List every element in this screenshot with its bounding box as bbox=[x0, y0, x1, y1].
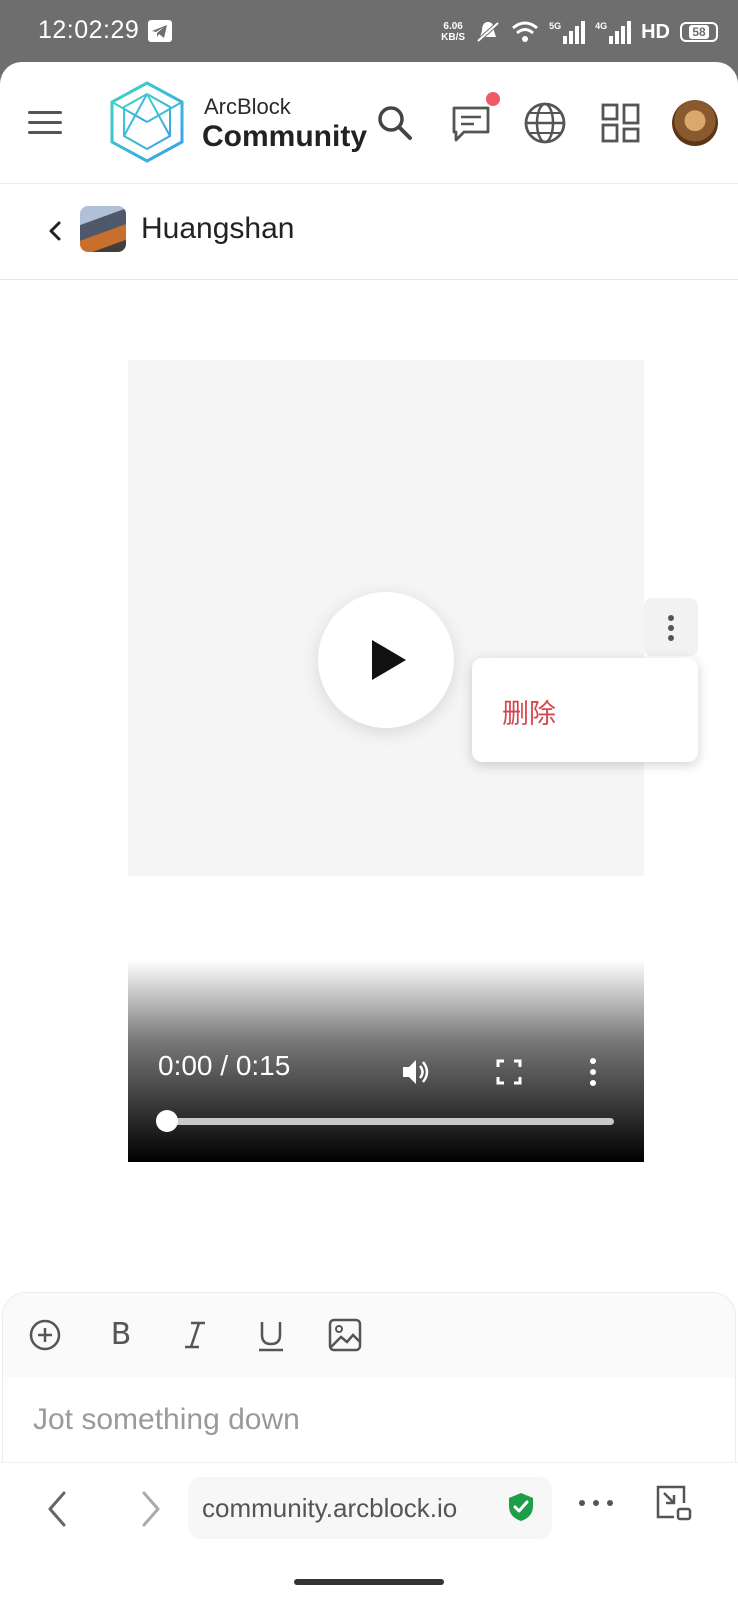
app-surface: ArcBlock Community Huangshan 0:00 / 0:15… bbox=[0, 62, 738, 1600]
telegram-icon bbox=[148, 20, 172, 42]
play-icon bbox=[372, 640, 406, 680]
network-speed: 6.06 KB/S bbox=[441, 21, 465, 43]
mute-bell-icon bbox=[476, 21, 500, 43]
video-spacer bbox=[128, 876, 644, 960]
globe-icon[interactable] bbox=[522, 100, 568, 146]
picture-in-picture-icon[interactable] bbox=[654, 1483, 694, 1523]
search-icon[interactable] bbox=[372, 100, 418, 146]
context-menu: 删除 bbox=[472, 658, 698, 762]
status-bar: 12:02:29 6.06 KB/S 5G 4G HD 58 bbox=[0, 0, 738, 62]
sim1-label: 5G bbox=[549, 20, 562, 31]
more-horizontal-icon[interactable] bbox=[576, 1497, 616, 1509]
channel-title: Huangshan bbox=[141, 212, 295, 245]
editor-toolbar: B bbox=[3, 1293, 735, 1377]
message-input-placeholder: Jot something down bbox=[33, 1403, 300, 1436]
home-indicator[interactable] bbox=[294, 1579, 444, 1585]
network-speed-unit: KB/S bbox=[441, 32, 466, 43]
hd-indicator: HD bbox=[641, 20, 670, 43]
status-indicators: 6.06 KB/S 5G 4G HD 58 bbox=[441, 18, 718, 46]
brand-name: ArcBlock bbox=[204, 94, 291, 119]
video-more-icon[interactable] bbox=[586, 1056, 600, 1088]
battery-level: 58 bbox=[689, 25, 709, 39]
signal-5g-icon: 5G bbox=[549, 20, 586, 44]
video-progress-track[interactable] bbox=[170, 1118, 614, 1125]
bold-button[interactable]: B bbox=[103, 1317, 139, 1353]
wifi-icon bbox=[512, 21, 539, 42]
battery-icon: 58 bbox=[680, 22, 718, 42]
top-header: ArcBlock Community bbox=[0, 62, 738, 184]
video-time: 0:00 / 0:15 bbox=[158, 1050, 291, 1081]
menu-item-delete[interactable]: 删除 bbox=[502, 692, 556, 731]
menu-icon[interactable] bbox=[26, 106, 64, 140]
play-button[interactable] bbox=[318, 592, 454, 728]
italic-icon[interactable] bbox=[177, 1317, 213, 1353]
video-progress-knob[interactable] bbox=[156, 1110, 178, 1132]
image-icon[interactable] bbox=[327, 1317, 363, 1353]
browser-bar: community.arcblock.io bbox=[0, 1462, 738, 1600]
back-arrow-icon[interactable] bbox=[40, 216, 70, 246]
arcblock-logo[interactable] bbox=[108, 80, 186, 164]
signal-4g-icon: 4G bbox=[595, 20, 632, 44]
message-editor: B Jot something down bbox=[2, 1292, 736, 1483]
brand-subtitle: Community bbox=[202, 120, 367, 153]
sim2-label: 4G bbox=[595, 20, 608, 31]
channel-avatar bbox=[80, 206, 126, 252]
chat-icon[interactable] bbox=[448, 100, 494, 146]
channel-header: Huangshan bbox=[0, 184, 738, 280]
apps-icon[interactable] bbox=[598, 100, 644, 146]
volume-icon[interactable] bbox=[400, 1056, 432, 1088]
network-speed-value: 6.06 bbox=[443, 21, 463, 32]
browser-back-icon[interactable] bbox=[40, 1487, 74, 1531]
address-bar[interactable]: community.arcblock.io bbox=[188, 1477, 552, 1539]
secure-shield-icon[interactable] bbox=[506, 1491, 536, 1523]
message-more-button[interactable] bbox=[644, 598, 698, 656]
browser-forward-icon[interactable] bbox=[134, 1487, 168, 1531]
status-time: 12:02:29 bbox=[38, 16, 140, 44]
url-text: community.arcblock.io bbox=[202, 1493, 458, 1523]
notification-badge bbox=[486, 92, 500, 106]
more-vertical-icon bbox=[668, 615, 674, 641]
avatar[interactable] bbox=[672, 100, 718, 146]
underline-icon[interactable] bbox=[253, 1317, 289, 1353]
fullscreen-icon[interactable] bbox=[496, 1058, 522, 1086]
add-icon[interactable] bbox=[27, 1317, 63, 1353]
